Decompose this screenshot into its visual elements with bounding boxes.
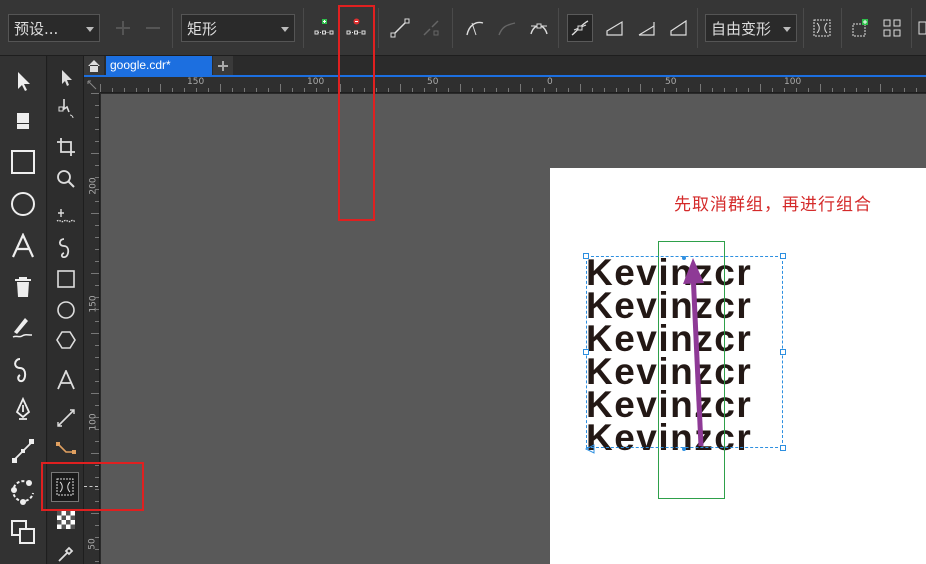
- resize-handle[interactable]: [780, 349, 786, 355]
- resize-handle[interactable]: [583, 253, 589, 259]
- corel-draw-window: 预设... 矩形 自由变形 google.cdr* 150 100 50 0 5…: [0, 0, 926, 564]
- highlight-delete-node: [338, 5, 375, 221]
- resize-handle[interactable]: [583, 349, 589, 355]
- resize-handle[interactable]: [780, 445, 786, 451]
- resize-handle[interactable]: [780, 253, 786, 259]
- selection-bounding-box[interactable]: [586, 256, 783, 448]
- highlight-envelope-tool: [41, 462, 144, 511]
